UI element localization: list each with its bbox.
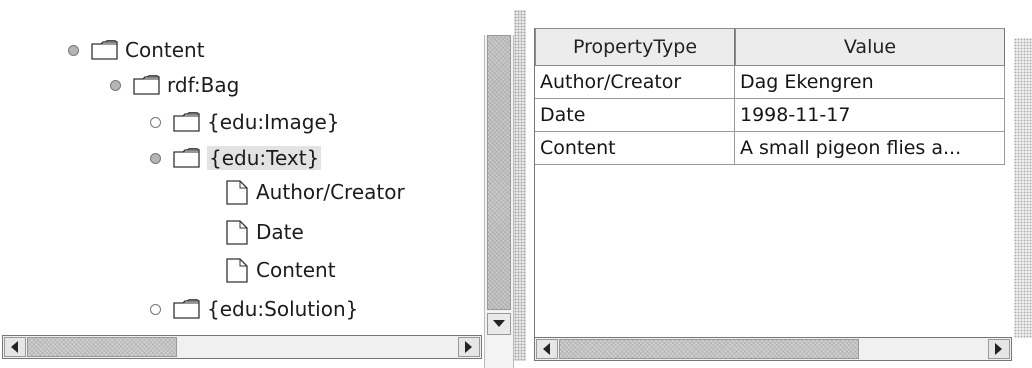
tree-node-label: rdf:Bag <box>167 73 240 97</box>
folder-icon <box>91 40 118 60</box>
tree-leaf[interactable]: Author/Creator <box>226 177 405 207</box>
pane-edge <box>1014 38 1032 338</box>
tree-leaf[interactable]: Date <box>226 217 304 247</box>
expanded-handle-icon[interactable] <box>68 44 79 56</box>
expanded-handle-icon[interactable] <box>150 152 161 164</box>
table-row[interactable]: Date 1998-11-17 <box>535 99 1005 132</box>
folder-icon <box>173 299 200 319</box>
arrow-left-icon <box>11 341 18 353</box>
scroll-left-button[interactable] <box>536 339 558 359</box>
document-icon <box>226 257 248 283</box>
table-cell[interactable]: Dag Ekengren <box>735 66 1005 99</box>
table-cell[interactable]: A small pigeon flies a... <box>735 132 1005 165</box>
arrow-down-icon <box>493 320 505 327</box>
table-cell[interactable]: 1998-11-17 <box>735 99 1005 132</box>
table-row[interactable]: Author/Creator Dag Ekengren <box>535 66 1005 99</box>
scroll-right-button[interactable] <box>988 339 1010 359</box>
document-icon <box>226 179 248 205</box>
scroll-thumb[interactable] <box>487 35 511 310</box>
collapsed-handle-icon[interactable] <box>150 116 161 128</box>
table-horizontal-scrollbar[interactable] <box>534 337 1012 361</box>
tree-node-label: Date <box>256 220 304 244</box>
tree-node[interactable]: Content <box>68 35 205 65</box>
table-cell[interactable]: Author/Creator <box>535 66 735 99</box>
table-body: Author/Creator Dag Ekengren Date 1998-11… <box>535 66 1005 165</box>
tree-node-label: Content <box>125 38 205 62</box>
tree-node-label: {edu:Image} <box>207 110 340 134</box>
scroll-left-button[interactable] <box>4 337 26 357</box>
table-cell[interactable]: Content <box>535 132 735 165</box>
tree-node[interactable]: rdf:Bag <box>110 70 239 100</box>
expanded-handle-icon[interactable] <box>110 79 121 91</box>
scroll-thumb[interactable] <box>559 339 859 359</box>
folder-icon <box>173 112 200 132</box>
folder-icon <box>133 75 160 95</box>
table-cell[interactable]: Date <box>535 99 735 132</box>
arrow-right-icon <box>465 341 472 353</box>
tree-node[interactable]: {edu:Image} <box>150 107 340 137</box>
scroll-right-button[interactable] <box>458 337 480 357</box>
collapsed-handle-icon[interactable] <box>150 303 161 315</box>
arrow-left-icon <box>543 343 550 355</box>
tree-vertical-scrollbar[interactable] <box>484 35 514 368</box>
tree-node-label: {edu:Solution} <box>207 297 359 321</box>
property-table[interactable]: PropertyType Value Author/Creator Dag Ek… <box>534 28 1014 340</box>
document-icon <box>226 219 248 245</box>
tree-node-label: {edu:Text} <box>207 146 322 170</box>
folder-icon <box>173 148 200 168</box>
tree-node-selected[interactable]: {edu:Text} <box>150 143 322 173</box>
tree-node[interactable]: {edu:Solution} <box>150 294 358 324</box>
table-header: PropertyType Value <box>535 28 1005 66</box>
tree-horizontal-scrollbar[interactable] <box>2 335 482 359</box>
column-header-propertytype[interactable]: PropertyType <box>535 28 735 66</box>
tree-leaf[interactable]: Content <box>226 255 336 285</box>
tree-view[interactable]: Content rdf:Bag {edu:Image} {edu:Text} A… <box>0 35 484 335</box>
tree-node-label: Author/Creator <box>256 180 405 204</box>
tree-node-label: Content <box>256 258 336 282</box>
table-row[interactable]: Content A small pigeon flies a... <box>535 132 1005 165</box>
scroll-down-button[interactable] <box>487 313 511 335</box>
arrow-right-icon <box>995 343 1002 355</box>
column-header-value[interactable]: Value <box>735 28 1005 66</box>
split-pane-divider[interactable] <box>514 10 526 361</box>
scroll-thumb[interactable] <box>27 337 177 357</box>
